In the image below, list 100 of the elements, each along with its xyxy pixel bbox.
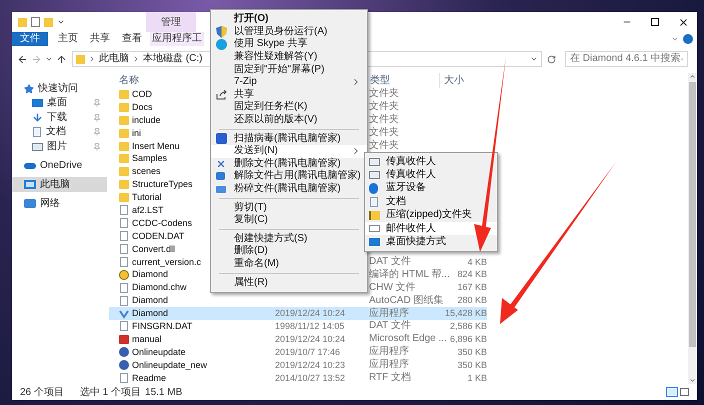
large-icons-view-icon[interactable] [680,388,689,396]
scrollbar[interactable] [688,73,697,384]
maximize-icon[interactable] [651,18,659,26]
recent-dropdown-icon[interactable] [45,55,53,63]
menu-item[interactable]: 复制(C) [211,214,367,226]
menu-item[interactable]: 创建快捷方式(S) [211,232,367,246]
file-name[interactable]: include [132,116,161,125]
menu-item[interactable]: 删除(D) [211,245,367,258]
file-name[interactable]: Samples [132,154,168,164]
file-name[interactable]: scenes [132,167,161,176]
back-icon[interactable] [17,54,28,64]
menu-item[interactable]: 传真收件人 [365,155,497,168]
picture-icon [32,142,43,151]
ribbon-tab[interactable]: 应用程序工 [150,32,204,46]
file-name[interactable]: COD [132,90,152,99]
file-name[interactable]: Onlineupdate_new [132,360,208,370]
nav-item[interactable]: OneDrive [12,158,107,173]
date-cell: 2019/12/24 10:23 [275,360,346,370]
menu-item[interactable]: 打开(O) [211,13,367,26]
scroll-down-icon[interactable] [689,377,696,384]
close-icon[interactable] [678,16,688,28]
menu-item[interactable]: 还原以前的版本(V) [211,114,367,126]
nav-item[interactable]: 快速访问 [12,81,107,96]
menu-item[interactable]: 蓝牙设备 [365,182,497,196]
breadcrumb-separator-icon [88,55,96,63]
ribbon-tab[interactable]: 查看 [116,32,148,46]
properties-icon[interactable] [31,17,40,27]
file-name[interactable]: Onlineupdate [132,348,186,357]
file-name[interactable]: CCDC-Codens [132,218,192,228]
file-name[interactable]: Tutorial [132,193,162,202]
menu-item[interactable]: 粉碎文件(腾讯电脑管家) [211,182,367,196]
menu-item[interactable]: 属性(R) [211,276,367,289]
menu-item[interactable]: 压缩(zipped)文件夹 [365,208,497,222]
refresh-icon[interactable] [547,54,556,64]
selected-file-row[interactable]: Diamond 2019/12/24 10:24 应用程序 15,428 KB [109,307,487,320]
menu-item[interactable]: 剪切(T) [211,201,367,214]
file-name[interactable]: current_version.c [132,258,202,267]
menu-item[interactable]: 桌面快捷方式 [365,235,497,249]
nav-item[interactable]: 网络 [12,196,107,211]
file-name[interactable]: ini [132,128,142,138]
type-cell: 应用程序 [369,346,409,358]
menu-item[interactable]: 固定到任务栏(K) [211,101,367,114]
file-name[interactable]: StructureTypes [132,180,193,190]
file-name[interactable]: Readme [132,374,166,383]
chevron-down-icon[interactable] [671,35,679,43]
column-header[interactable]: 大小 [439,72,487,88]
breadcrumb-item[interactable]: 此电脑 [99,54,129,64]
menu-item[interactable]: 传真收件人 [365,168,497,182]
details-view-icon[interactable] [666,387,678,397]
ribbon-tab[interactable]: 主页 [52,32,84,46]
file-name[interactable]: Convert.dll [132,244,176,254]
file-name[interactable]: CODEN.DAT [132,232,184,241]
nav-item[interactable]: 桌面 [47,98,89,108]
file-name[interactable]: Insert Menu [132,142,180,150]
menu-item[interactable]: 固定到"开始"屏幕(P) [211,63,367,76]
menu-item[interactable]: 解除文件占用(腾讯电脑管家) [211,170,367,183]
file-name[interactable]: manual [132,334,162,344]
nav-item[interactable]: 文档 [46,127,89,138]
file-icon [120,282,128,293]
type-cell: 文件夹 [369,127,399,138]
size-cell: 350 KB [457,360,487,370]
menu-item[interactable]: 使用 Skype 共享 [211,38,367,51]
nav-item[interactable]: 图片 [47,142,89,152]
nav-item[interactable]: 此电脑 [12,177,107,192]
file-icon [120,373,128,384]
file-name[interactable]: Diamond [132,270,168,280]
file-name[interactable]: Diamond.chw [132,283,187,292]
type-cell: CHW 文件 [369,282,416,293]
file-name[interactable]: FINSGRN.DAT [132,322,192,331]
breadcrumb-item[interactable]: 本地磁盘 (C:) [143,54,202,64]
up-icon[interactable] [56,54,67,64]
ribbon-tab[interactable]: 共享 [84,32,116,46]
file-name[interactable]: Docs [132,102,153,112]
file-name[interactable]: af2.LST [132,206,164,215]
menu-item[interactable]: 删除文件(腾讯电脑管家) [211,158,367,170]
menu-item[interactable]: 发送到(N) [211,144,367,158]
scroll-up-icon[interactable] [689,73,696,80]
menu-item[interactable]: 7-Zip [211,76,367,89]
context-tab-header: 管理 [146,12,196,32]
help-icon[interactable] [683,34,693,44]
file-name[interactable]: Diamond [132,309,168,318]
menu-item[interactable]: 以管理员身份运行(A) [211,26,367,38]
star-icon [24,84,34,94]
file-name[interactable]: Diamond [132,296,168,306]
size-cell: 1 KB [467,372,487,383]
menu-item[interactable]: 兼容性疑难解答(Y) [211,50,367,64]
app-icon [119,308,129,319]
desktop-icon [32,99,43,108]
menu-item[interactable]: 共享 [211,88,367,102]
menu-item[interactable]: 邮件收件人 [365,222,497,236]
dropdown-icon[interactable] [530,55,538,63]
file-icon [120,244,128,254]
search-field[interactable]: 在 Diamond 4.6.1 中搜索 [565,51,688,67]
dropdown-icon[interactable] [57,18,65,26]
ribbon-tab[interactable]: 文件 [12,32,48,46]
breadcrumb-separator-icon [132,55,140,63]
menu-item[interactable]: 扫描病毒(腾讯电脑管家) [211,132,367,145]
nav-item[interactable]: 下载 [47,112,89,123]
menu-item[interactable]: 重命名(M) [211,258,367,270]
menu-item[interactable]: 文档 [365,195,497,209]
